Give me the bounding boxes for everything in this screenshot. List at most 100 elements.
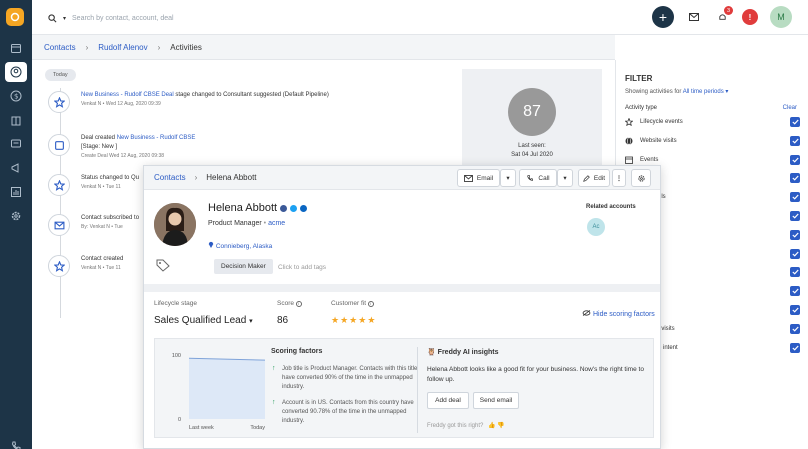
company-link[interactable]: acme	[268, 220, 285, 227]
mail-icon	[463, 174, 473, 182]
more-vertical-icon: ⋮	[615, 175, 623, 182]
call-button-label: Call	[538, 174, 550, 182]
call-button[interactable]: Call	[519, 169, 557, 187]
sidebar: $	[0, 0, 32, 449]
location-pin-icon	[208, 241, 214, 248]
edit-button[interactable]: Edit	[578, 169, 610, 187]
filter-checkbox[interactable]	[790, 117, 800, 127]
checkmark-icon	[791, 307, 799, 313]
location-link[interactable]: Connieberg, Alaska	[216, 243, 272, 250]
filter-checkbox[interactable]	[790, 211, 800, 221]
checkmark-icon	[791, 175, 799, 182]
activity-text: Status changed to Qu	[81, 175, 140, 181]
related-account-avatar[interactable]: Ac	[587, 218, 605, 236]
filter-item[interactable]: Lifecycle events	[625, 117, 800, 129]
search-scope-chevron-icon[interactable]: ▾	[63, 15, 66, 22]
quick-view-breadcrumb-contacts[interactable]: Contacts	[154, 173, 186, 182]
sidebar-item-settings[interactable]	[5, 206, 27, 226]
activity-deal-link[interactable]: New Business - Rudolf CBSE	[117, 135, 196, 141]
filter-checkbox[interactable]	[790, 305, 800, 315]
search-icon	[48, 13, 57, 22]
section-separator	[417, 347, 418, 433]
mail-icon	[689, 13, 699, 21]
filter-checkbox[interactable]	[790, 192, 800, 203]
contact-quick-view: Contacts › Helena Abbott Email ▾ Call ▾ …	[143, 165, 661, 449]
thumbs-down-icon[interactable]: 👎	[497, 423, 504, 429]
linkedin-icon[interactable]	[300, 204, 308, 212]
activity-text: stage changed to Consultant suggested (D…	[173, 92, 329, 98]
activity-text: Contact created	[81, 256, 124, 262]
filter-checkbox[interactable]	[790, 286, 800, 297]
calendar-icon	[11, 44, 21, 53]
star-rating-icon: ★	[358, 315, 368, 325]
star-rating-icon: ★	[349, 315, 359, 325]
filter-checkbox[interactable]	[790, 248, 800, 259]
hide-scoring-factors-label: Hide scoring factors	[592, 311, 655, 318]
period-dropdown[interactable]: All time periods	[683, 89, 724, 95]
info-icon[interactable]: i	[295, 301, 302, 307]
logo-icon	[10, 12, 20, 22]
search-box[interactable]: ▾ Search by contact, account, deal	[48, 10, 348, 26]
filter-checkbox[interactable]	[790, 323, 800, 334]
phone-icon	[527, 175, 534, 181]
alert-button[interactable]: !	[742, 9, 758, 25]
activity-meta: Venkat N • Wed 12 Aug, 2020 09:39	[81, 101, 161, 107]
facebook-icon[interactable]	[280, 204, 288, 212]
contact-icon	[10, 66, 22, 78]
app-logo[interactable]	[6, 8, 24, 26]
twitter-icon[interactable]	[290, 204, 298, 212]
sidebar-item-contacts[interactable]	[5, 62, 27, 82]
clear-filter-button[interactable]: Clear	[783, 105, 797, 111]
checkmark-icon	[791, 232, 799, 238]
filter-checkbox[interactable]	[790, 229, 800, 240]
add-tags-link[interactable]: Click to add tags	[278, 264, 326, 271]
more-options-button[interactable]: ⋮	[612, 169, 626, 187]
breadcrumb-contacts[interactable]: Contacts	[44, 43, 76, 52]
sidebar-item-campaigns[interactable]	[5, 158, 27, 178]
sidebar-item-accounts[interactable]	[5, 110, 27, 130]
freddy-feedback-label: Freddy got this right?	[427, 423, 484, 429]
notifications-button[interactable]: 3	[714, 6, 733, 25]
search-input[interactable]: Search by contact, account, deal	[72, 15, 174, 22]
settings-button[interactable]	[631, 169, 651, 187]
sidebar-item-conversations[interactable]	[5, 134, 27, 154]
breadcrumb-contact[interactable]: Rudolf Alenov	[98, 43, 147, 52]
checkmark-icon	[791, 288, 799, 294]
lifecycle-value: Sales Qualified Lead	[154, 315, 247, 326]
filter-checkbox[interactable]	[790, 135, 800, 146]
email-button[interactable]: Email	[457, 169, 500, 187]
filter-checkbox[interactable]	[790, 154, 800, 165]
email-dropdown-button[interactable]: ▾	[500, 169, 516, 187]
tag-icon	[156, 259, 170, 274]
thumbs-up-icon[interactable]: 👍	[488, 423, 495, 429]
chevron-down-icon[interactable]: ▾	[724, 89, 728, 95]
sidebar-item-reports[interactable]	[5, 182, 27, 202]
filter-checkbox[interactable]	[790, 267, 800, 278]
activity-meta: Venkat N • Tue 11	[81, 265, 121, 271]
send-email-button[interactable]: Send email	[473, 392, 519, 409]
contact-score: 87	[508, 88, 556, 136]
filter-checkbox[interactable]	[790, 173, 800, 184]
sidebar-item-dashboard[interactable]	[5, 38, 27, 58]
filter-item[interactable]: Website visits	[625, 135, 800, 148]
sidebar-item-deals[interactable]: $	[5, 86, 27, 106]
scoring-factors-title: Scoring factors	[271, 348, 323, 355]
quick-add-button[interactable]: +	[652, 6, 674, 28]
sidebar-item-phone[interactable]	[5, 436, 27, 449]
user-avatar[interactable]: M	[770, 6, 792, 28]
gear-icon	[637, 174, 645, 182]
info-icon[interactable]: i	[367, 301, 374, 307]
lifecycle-dropdown[interactable]: Sales Qualified Lead ▾	[154, 315, 253, 326]
tag-decision-maker[interactable]: Decision Maker	[214, 259, 273, 274]
last-seen-value: Sat 04 Jul 2020	[511, 152, 553, 158]
contact-photo	[154, 203, 196, 246]
pencil-icon	[583, 174, 590, 182]
call-dropdown-button[interactable]: ▾	[557, 169, 573, 187]
filter-period: Showing activities for All time periods …	[625, 88, 728, 95]
filter-checkbox[interactable]	[790, 342, 800, 353]
inbox-button[interactable]	[686, 9, 702, 25]
hide-scoring-factors-link[interactable]: Hide scoring factors	[582, 310, 655, 318]
add-deal-button[interactable]: Add deal	[427, 392, 469, 409]
activity-deal-link[interactable]: New Business - Rudolf CBSE Deal	[81, 92, 174, 98]
checkmark-icon	[791, 213, 799, 219]
